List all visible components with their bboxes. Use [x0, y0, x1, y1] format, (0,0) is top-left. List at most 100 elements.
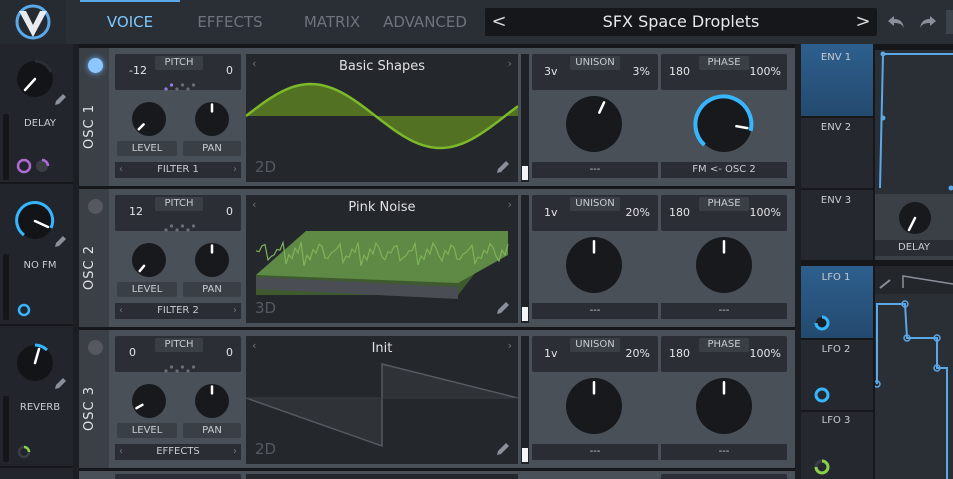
unison-select[interactable]: --- [532, 162, 658, 178]
level-knob[interactable] [128, 98, 170, 140]
wave-next-icon[interactable]: › [508, 57, 512, 70]
mod-source-icons[interactable] [16, 158, 52, 174]
tab-effects[interactable]: EFFECTS [180, 0, 280, 44]
env-graph[interactable] [875, 50, 953, 194]
wave-prev-icon[interactable]: ‹ [252, 339, 256, 352]
destination-select[interactable]: ‹ FILTER 2 › [115, 303, 241, 319]
macro-knob-3[interactable] [14, 342, 56, 384]
wavetable-display[interactable]: Pink Noise ‹ › 3D [246, 195, 518, 323]
lfo-graph[interactable] [873, 266, 953, 479]
unison-select-value: --- [589, 446, 601, 457]
pitch-quantize-dots[interactable] [163, 217, 197, 232]
preset-next-button[interactable]: > [849, 8, 877, 36]
tab-matrix[interactable]: MATRIX [282, 0, 382, 44]
unison-voices[interactable]: 1v [544, 206, 558, 219]
chevron-left-icon[interactable]: ‹ [119, 162, 123, 178]
tune-value[interactable]: 0 [226, 346, 233, 359]
lfo-mod-icon[interactable] [813, 458, 831, 476]
wave-prev-icon[interactable]: ‹ [252, 57, 256, 70]
edit-pencil-icon[interactable] [494, 440, 512, 458]
phase-knob[interactable] [692, 233, 756, 297]
chevron-right-icon[interactable]: › [233, 162, 237, 178]
osc-enable-toggle[interactable] [88, 199, 103, 214]
phase-value[interactable]: 180 [669, 206, 690, 219]
unison-detune-knob[interactable] [562, 233, 626, 297]
wavetable-name[interactable]: Init [246, 341, 518, 356]
level-knob[interactable] [128, 380, 170, 422]
edit-pencil-icon[interactable] [52, 376, 68, 392]
lfo-mod-icon[interactable] [813, 314, 831, 332]
lfo-mod-icon[interactable] [813, 386, 831, 404]
macro-knob-1[interactable] [14, 58, 56, 100]
vital-logo[interactable] [0, 0, 66, 44]
wavetable-dimension[interactable]: 2D [255, 158, 276, 176]
level-knob[interactable] [128, 239, 170, 281]
tune-value[interactable]: 0 [226, 64, 233, 77]
destination-select[interactable]: ‹ FILTER 1 › [115, 162, 241, 178]
preset-name[interactable]: SFX Space Droplets [515, 8, 847, 36]
unison-detune-knob[interactable] [562, 92, 626, 156]
pitch-panel: PITCH -12 0 [115, 54, 241, 91]
undo-icon[interactable] [886, 12, 906, 32]
phase-randomize[interactable]: 100% [750, 206, 781, 219]
unison-select[interactable]: --- [532, 444, 658, 460]
edit-pencil-icon[interactable] [52, 234, 68, 250]
pan-knob[interactable] [191, 98, 233, 140]
transpose-value[interactable]: 12 [129, 205, 143, 218]
unison-voices[interactable]: 3v [544, 65, 558, 78]
osc-enable-toggle[interactable] [88, 58, 103, 73]
phase-randomize[interactable]: 100% [750, 347, 781, 360]
chevron-right-icon[interactable]: › [233, 303, 237, 319]
edit-pencil-icon[interactable] [494, 158, 512, 176]
phase-value[interactable]: 180 [669, 347, 690, 360]
unison-select[interactable]: --- [532, 303, 658, 319]
wavetable-dimension[interactable]: 3D [255, 299, 276, 317]
wavetable-display[interactable]: Init ‹ › 2D [246, 336, 518, 464]
phase-value[interactable]: 180 [669, 65, 690, 78]
phase-mod-value: --- [718, 446, 730, 457]
wavetable-display[interactable]: Basic Shapes ‹ › 2D [246, 54, 518, 182]
pitch-quantize-dots[interactable] [163, 358, 197, 373]
unison-detune[interactable]: 20% [626, 347, 650, 360]
wavetable-name[interactable]: Basic Shapes [246, 59, 518, 74]
phase-knob[interactable] [692, 374, 756, 438]
unison-detune-knob[interactable] [562, 374, 626, 438]
phase-mod-select[interactable]: FM <- OSC 2 [661, 162, 787, 178]
mod-source-icon[interactable] [16, 444, 32, 460]
chevron-left-icon[interactable]: ‹ [119, 444, 123, 460]
osc-enable-toggle[interactable] [88, 340, 103, 355]
phase-mod-select[interactable]: --- [661, 303, 787, 319]
destination-select[interactable]: ‹ EFFECTS › [115, 444, 241, 460]
redo-icon[interactable] [918, 12, 938, 32]
phase-knob[interactable] [692, 92, 756, 156]
chevron-right-icon[interactable]: › [233, 444, 237, 460]
preset-selector[interactable]: < SFX Space Droplets > [485, 8, 877, 36]
env-delay-knob[interactable] [897, 200, 933, 236]
mod-source-icon[interactable] [16, 302, 32, 318]
unison-detune[interactable]: 20% [626, 206, 650, 219]
tune-value[interactable]: 0 [226, 205, 233, 218]
pan-knob[interactable] [191, 380, 233, 422]
wavetable-name[interactable]: Pink Noise [246, 200, 518, 215]
edit-pencil-icon[interactable] [52, 92, 68, 108]
edit-pencil-icon[interactable] [494, 299, 512, 317]
level-meter [521, 195, 529, 323]
osc-row-partial [79, 471, 795, 479]
pitch-quantize-dots[interactable] [163, 76, 197, 91]
preset-prev-button[interactable]: < [485, 8, 513, 36]
unison-detune[interactable]: 3% [633, 65, 650, 78]
tab-voice[interactable]: VOICE [80, 0, 180, 44]
transpose-value[interactable]: 0 [129, 346, 136, 359]
pan-knob[interactable] [191, 239, 233, 281]
wavetable-dimension[interactable]: 2D [255, 440, 276, 458]
phase-mod-select[interactable]: --- [661, 444, 787, 460]
chevron-left-icon[interactable]: ‹ [119, 303, 123, 319]
transpose-value[interactable]: -12 [129, 64, 147, 77]
unison-voices[interactable]: 1v [544, 347, 558, 360]
macro-knob-2[interactable] [14, 200, 56, 242]
phase-randomize[interactable]: 100% [750, 65, 781, 78]
wave-next-icon[interactable]: › [508, 198, 512, 211]
tab-advanced[interactable]: ADVANCED [380, 0, 470, 44]
wave-prev-icon[interactable]: ‹ [252, 198, 256, 211]
wave-next-icon[interactable]: › [508, 339, 512, 352]
